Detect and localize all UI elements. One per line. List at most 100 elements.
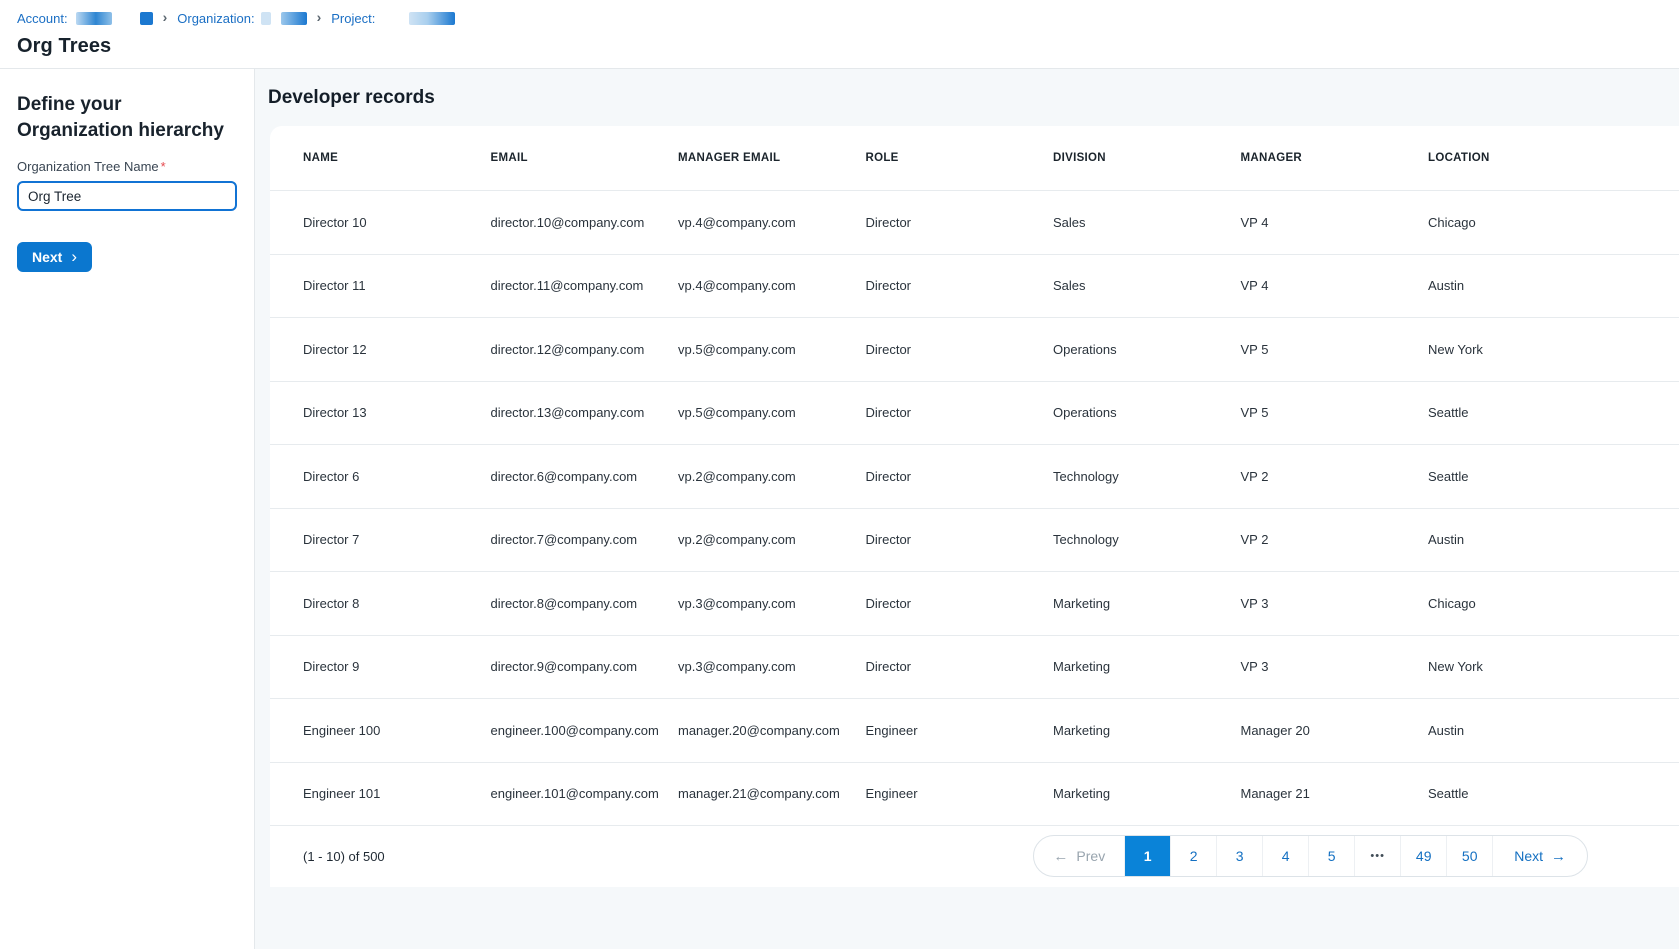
breadcrumb-organization-link[interactable]: Organization:	[177, 11, 306, 26]
cell-division: Sales	[1053, 278, 1241, 293]
main-content: Developer records NAME EMAIL MANAGER EMA…	[255, 69, 1679, 949]
cell-division: Sales	[1053, 215, 1241, 230]
pagination-page-3[interactable]: 3	[1216, 836, 1262, 876]
cell-manager-email: vp.5@company.com	[678, 342, 866, 357]
developer-records-heading: Developer records	[268, 87, 1679, 109]
cell-manager-email: manager.20@company.com	[678, 723, 866, 738]
cell-name: Director 6	[303, 469, 491, 484]
cell-manager: VP 2	[1241, 469, 1429, 484]
table-body: Director 10 director.10@company.com vp.4…	[270, 191, 1679, 826]
sidebar-heading: Define your Organization hierarchy	[17, 92, 237, 144]
organization-tree-name-input[interactable]	[17, 181, 237, 211]
required-asterisk: *	[161, 159, 166, 174]
cell-manager: VP 3	[1241, 596, 1429, 611]
table-row: Director 12 director.12@company.com vp.5…	[270, 318, 1679, 382]
table-row: Engineer 101 engineer.101@company.com ma…	[270, 763, 1679, 827]
cell-name: Director 10	[303, 215, 491, 230]
cell-division: Operations	[1053, 405, 1241, 420]
cell-manager-email: vp.3@company.com	[678, 596, 866, 611]
pagination-prev-button[interactable]: ← Prev	[1034, 836, 1124, 876]
pagination-page-5[interactable]: 5	[1308, 836, 1354, 876]
breadcrumb-organization-label: Organization:	[177, 11, 254, 26]
cell-manager-email: vp.3@company.com	[678, 659, 866, 674]
cell-manager-email: vp.4@company.com	[678, 215, 866, 230]
pagination-page-1[interactable]: 1	[1124, 836, 1170, 876]
chevron-right-icon: ›	[160, 10, 171, 24]
table-row: Engineer 100 engineer.100@company.com ma…	[270, 699, 1679, 763]
breadcrumb-project-link[interactable]: Project:	[331, 11, 455, 26]
pagination-page-4[interactable]: 4	[1262, 836, 1308, 876]
page-title: Org Trees	[17, 35, 1679, 58]
cell-manager-email: vp.5@company.com	[678, 405, 866, 420]
tree-name-label: Organization Tree Name*	[17, 159, 237, 174]
column-header-role: ROLE	[866, 152, 1054, 164]
next-button[interactable]: Next ›	[17, 242, 92, 272]
table-row: Director 7 director.7@company.com vp.2@c…	[270, 509, 1679, 573]
cell-manager: VP 5	[1241, 342, 1429, 357]
pagination-page-50[interactable]: 50	[1446, 836, 1492, 876]
cell-division: Technology	[1053, 532, 1241, 547]
cell-role: Engineer	[866, 786, 1054, 801]
cell-division: Marketing	[1053, 786, 1241, 801]
breadcrumb-project-label: Project:	[331, 11, 375, 26]
arrow-right-icon: →	[1551, 849, 1566, 864]
column-header-manager-email: MANAGER EMAIL	[678, 152, 866, 164]
breadcrumb-account-link[interactable]: Account:	[17, 11, 153, 26]
pagination: ← Prev 1 2 3 4 5 ••• 49 50 Next →	[1033, 835, 1588, 877]
pagination-page-49[interactable]: 49	[1400, 836, 1446, 876]
cell-name: Director 13	[303, 405, 491, 420]
cell-manager-email: vp.4@company.com	[678, 278, 866, 293]
arrow-left-icon: ←	[1053, 849, 1068, 864]
cell-manager-email: vp.2@company.com	[678, 469, 866, 484]
cell-name: Director 8	[303, 596, 491, 611]
prev-label: Prev	[1076, 848, 1105, 864]
cell-role: Director	[866, 596, 1054, 611]
column-header-location: LOCATION	[1428, 152, 1616, 164]
redacted-organization-value	[261, 12, 271, 25]
cell-manager: Manager 20	[1241, 723, 1429, 738]
cell-email: director.10@company.com	[491, 215, 679, 230]
cell-email: engineer.101@company.com	[491, 786, 679, 801]
cell-division: Marketing	[1053, 659, 1241, 674]
cell-email: director.8@company.com	[491, 596, 679, 611]
cell-name: Director 11	[303, 278, 491, 293]
cell-name: Director 12	[303, 342, 491, 357]
developer-records-card: NAME EMAIL MANAGER EMAIL ROLE DIVISION M…	[270, 126, 1679, 887]
cell-location: Seattle	[1428, 405, 1616, 420]
cell-role: Director	[866, 342, 1054, 357]
table-row: Director 13 director.13@company.com vp.5…	[270, 382, 1679, 446]
table-row: Director 6 director.6@company.com vp.2@c…	[270, 445, 1679, 509]
redacted-organization-value-2	[281, 12, 307, 25]
next-label: Next	[1514, 848, 1543, 864]
content-layout: Define your Organization hierarchy Organ…	[0, 68, 1679, 949]
cell-manager-email: vp.2@company.com	[678, 532, 866, 547]
cell-name: Engineer 100	[303, 723, 491, 738]
cell-location: Chicago	[1428, 596, 1616, 611]
cell-location: New York	[1428, 659, 1616, 674]
cell-role: Director	[866, 659, 1054, 674]
pagination-next-button[interactable]: Next →	[1492, 836, 1587, 876]
cell-email: director.11@company.com	[491, 278, 679, 293]
cell-location: New York	[1428, 342, 1616, 357]
cell-manager: VP 2	[1241, 532, 1429, 547]
cell-location: Austin	[1428, 723, 1616, 738]
column-header-email: EMAIL	[491, 152, 679, 164]
cell-division: Marketing	[1053, 723, 1241, 738]
org-hierarchy-sidebar: Define your Organization hierarchy Organ…	[0, 69, 255, 949]
cell-division: Technology	[1053, 469, 1241, 484]
cell-name: Engineer 101	[303, 786, 491, 801]
cell-location: Austin	[1428, 278, 1616, 293]
cell-name: Director 9	[303, 659, 491, 674]
table-row: Director 10 director.10@company.com vp.4…	[270, 191, 1679, 255]
cell-email: director.6@company.com	[491, 469, 679, 484]
cell-manager: VP 3	[1241, 659, 1429, 674]
cell-role: Director	[866, 469, 1054, 484]
column-header-name: NAME	[303, 152, 491, 164]
next-button-label: Next	[32, 249, 62, 265]
cell-role: Engineer	[866, 723, 1054, 738]
cell-manager: Manager 21	[1241, 786, 1429, 801]
pagination-page-2[interactable]: 2	[1170, 836, 1216, 876]
tree-name-label-text: Organization Tree Name	[17, 159, 159, 174]
breadcrumb: Account: › Organization: › Project:	[17, 10, 1679, 26]
cell-division: Operations	[1053, 342, 1241, 357]
